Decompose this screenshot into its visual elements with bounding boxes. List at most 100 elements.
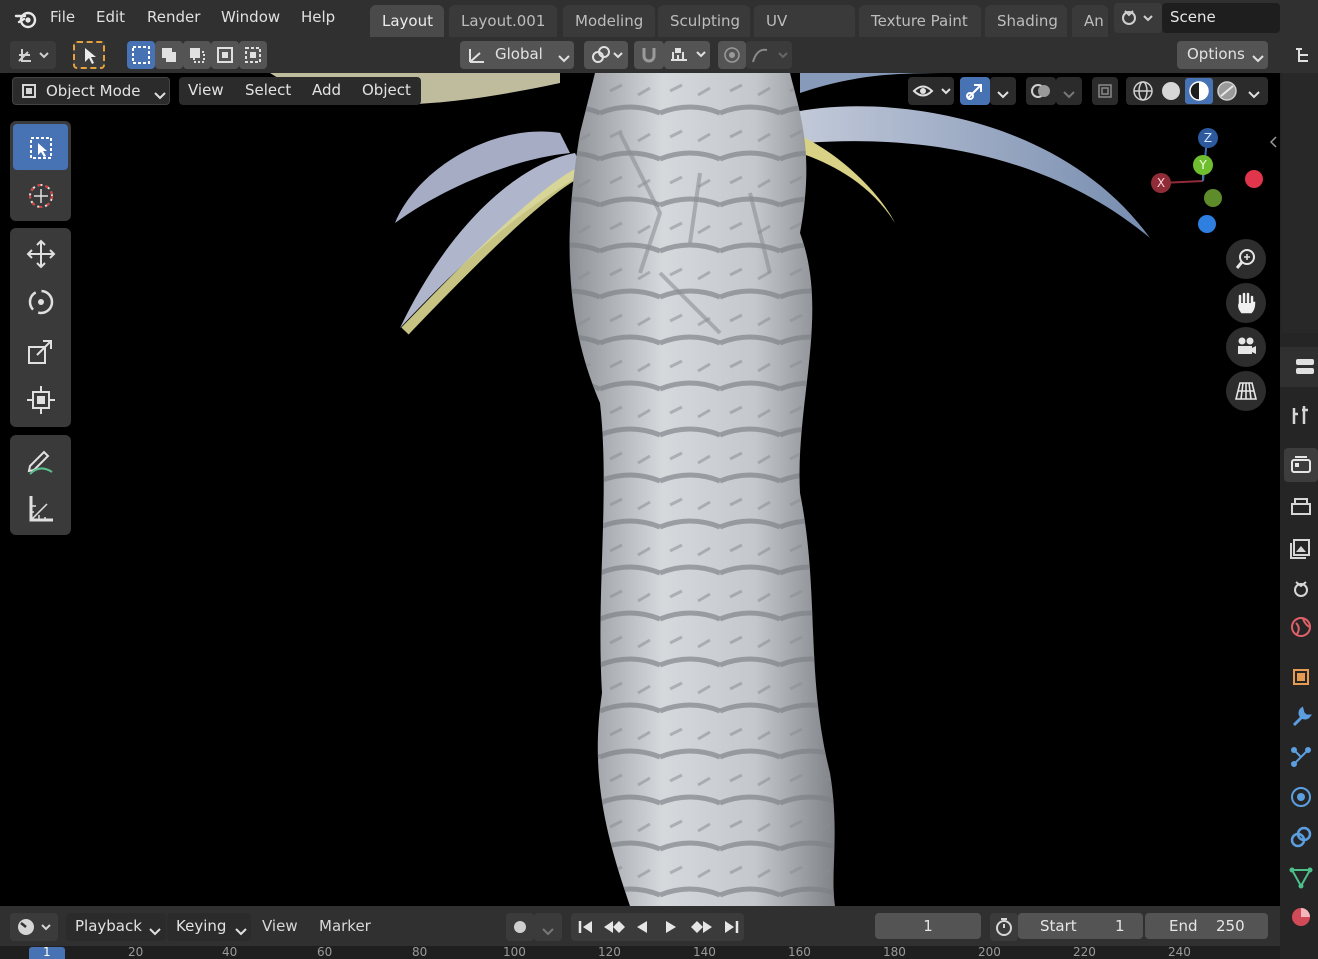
gizmo-neg-y-axis[interactable] [1204, 189, 1222, 207]
pan-button[interactable] [1226, 283, 1266, 323]
gizmo-x-axis[interactable]: X [1151, 173, 1171, 193]
snap-target-dropdown[interactable] [664, 41, 710, 69]
tool-settings-icon[interactable] [1284, 398, 1318, 432]
wireframe-shading-icon[interactable] [1129, 80, 1157, 102]
ruler-tick: 20 [128, 945, 144, 959]
options-dropdown[interactable]: Options [1177, 41, 1268, 69]
gizmo-neg-z-axis[interactable] [1198, 215, 1216, 233]
xray-toggle-button[interactable] [1092, 77, 1118, 105]
proportional-falloff-dropdown[interactable] [746, 41, 792, 69]
menu-add[interactable]: Add [312, 81, 341, 99]
select-box-tool[interactable] [13, 124, 68, 170]
auto-keying-options-dropdown[interactable] [534, 913, 562, 941]
timeline-frame-ruler[interactable]: 1 20 40 60 80 100 120 140 160 180 200 22… [0, 945, 1280, 959]
scene-properties-icon[interactable] [1284, 570, 1318, 604]
jump-to-keyframe-next-icon[interactable] [688, 919, 714, 939]
solid-shading-icon[interactable] [1157, 80, 1185, 102]
jump-to-keyframe-prev-icon[interactable] [602, 919, 628, 939]
gizmo-options-dropdown[interactable] [990, 77, 1016, 105]
jump-to-start-icon[interactable] [577, 919, 595, 939]
physics-icon[interactable] [1284, 780, 1318, 814]
gizmo-y-axis[interactable]: Y [1193, 155, 1213, 175]
object-mode-dropdown[interactable]: Object Mode [12, 77, 170, 105]
tab-layout-001[interactable]: Layout.001 [449, 5, 557, 37]
material-properties-icon[interactable] [1284, 900, 1318, 934]
select-mode-subtract-button[interactable] [183, 41, 211, 69]
gizmo-toggle-button[interactable] [960, 77, 990, 105]
pivot-point-dropdown[interactable] [584, 41, 628, 69]
start-frame-field[interactable]: Start 1 [1018, 913, 1143, 939]
transform-tool[interactable] [13, 377, 68, 423]
tab-texture-paint[interactable]: Texture Paint [859, 5, 981, 37]
gizmo-neg-x-axis[interactable] [1245, 170, 1263, 188]
blender-logo-icon[interactable] [14, 7, 38, 35]
auto-keying-button[interactable] [506, 913, 534, 941]
menu-view[interactable]: View [188, 81, 224, 99]
perspective-toggle-button[interactable] [1226, 371, 1266, 411]
timeline-editor-type-button[interactable] [10, 913, 58, 941]
timeline-marker-menu[interactable]: Marker [319, 917, 371, 935]
rotate-tool[interactable] [13, 279, 68, 325]
annotate-tool[interactable] [13, 438, 68, 484]
zoom-button[interactable] [1226, 239, 1266, 279]
world-properties-icon[interactable] [1284, 610, 1318, 644]
menu-file[interactable]: File [50, 8, 75, 26]
view-layer-properties-icon[interactable] [1284, 530, 1318, 564]
menu-window[interactable]: Window [221, 8, 280, 26]
object-properties-icon[interactable] [1284, 660, 1318, 694]
keying-menu[interactable]: Keying [167, 913, 251, 941]
3d-viewport[interactable]: Object Mode View Select Add Object Z Y X [0, 73, 1280, 906]
material-preview-icon[interactable] [1185, 78, 1213, 104]
playback-menu[interactable]: Playback [66, 913, 166, 941]
menu-object[interactable]: Object [362, 81, 411, 99]
play-reverse-icon[interactable] [634, 919, 650, 939]
camera-view-button[interactable] [1226, 327, 1266, 367]
select-mode-invert-button[interactable] [211, 41, 239, 69]
timeline-view-menu[interactable]: View [262, 917, 298, 935]
select-mode-intersect-button[interactable] [239, 41, 267, 69]
object-data-icon[interactable] [1284, 860, 1318, 894]
constraints-icon[interactable] [1284, 820, 1318, 854]
select-mode-extend-button[interactable] [155, 41, 183, 69]
editor-type-icon[interactable] [1294, 357, 1316, 381]
rendered-shading-icon[interactable] [1213, 80, 1241, 102]
overlays-options-dropdown[interactable] [1056, 77, 1082, 105]
outliner-icon[interactable] [1294, 45, 1316, 69]
tab-uv-editing[interactable]: UV Editing [754, 5, 855, 62]
tab-sculpting[interactable]: Sculpting [658, 5, 750, 37]
tab-animation[interactable]: An [1072, 5, 1108, 37]
proportional-editing-button[interactable] [718, 41, 746, 69]
play-icon[interactable] [663, 919, 679, 939]
editor-type-button[interactable] [10, 41, 56, 69]
cursor-tool[interactable] [13, 172, 68, 218]
navigation-gizmo[interactable]: Z Y X [1145, 126, 1270, 236]
move-tool[interactable] [13, 231, 68, 277]
select-tweak-button[interactable] [73, 41, 105, 69]
overlays-toggle-button[interactable] [1026, 77, 1056, 105]
scene-name-field[interactable]: Scene [1162, 3, 1280, 33]
output-properties-icon[interactable] [1284, 490, 1318, 524]
jump-to-end-icon[interactable] [722, 919, 740, 939]
tab-layout[interactable]: Layout [370, 5, 444, 37]
snap-toggle-button[interactable] [634, 41, 664, 69]
scale-tool[interactable] [13, 328, 68, 374]
modifier-wrench-icon[interactable] [1284, 700, 1318, 734]
current-frame-field[interactable]: 1 [875, 913, 981, 939]
menu-select[interactable]: Select [245, 81, 291, 99]
transform-orientation-dropdown[interactable]: Global [460, 41, 574, 69]
visibility-dropdown[interactable] [908, 77, 954, 105]
tab-modeling[interactable]: Modeling [563, 5, 655, 37]
menu-help[interactable]: Help [301, 8, 335, 26]
menu-edit[interactable]: Edit [96, 8, 125, 26]
particles-icon[interactable] [1284, 740, 1318, 774]
render-properties-icon[interactable] [1284, 448, 1318, 482]
menu-render[interactable]: Render [147, 8, 200, 26]
measure-tool[interactable] [13, 486, 68, 532]
scene-selector-button[interactable] [1114, 3, 1162, 33]
gizmo-z-axis[interactable]: Z [1198, 128, 1218, 148]
chevron-down-icon[interactable] [1248, 86, 1260, 104]
preview-range-button[interactable] [990, 913, 1018, 941]
select-mode-new-button[interactable] [127, 41, 155, 69]
end-frame-field[interactable]: End 250 [1145, 913, 1268, 939]
tab-shading[interactable]: Shading [985, 5, 1067, 37]
